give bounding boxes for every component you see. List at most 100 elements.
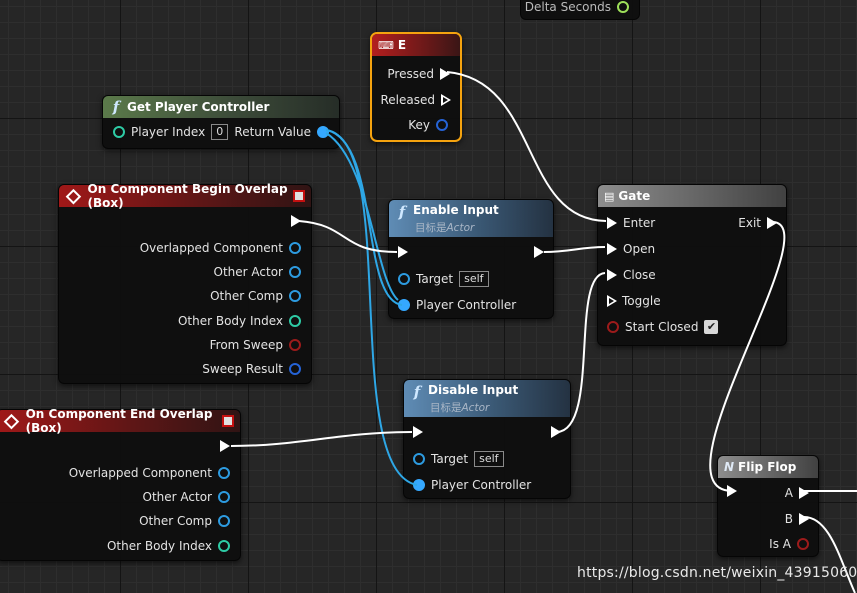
disable-input-player-controller-pin[interactable]: Player Controller bbox=[413, 477, 531, 493]
bool-pin-icon[interactable] bbox=[797, 538, 809, 550]
begin-overlapped-component-pin[interactable]: Overlapped Component bbox=[140, 240, 301, 256]
object-pin-icon[interactable] bbox=[289, 242, 301, 254]
exec-out-icon[interactable] bbox=[551, 426, 561, 438]
begin-sweep-result-pin[interactable]: Sweep Result bbox=[202, 361, 301, 377]
gate-enter-pin[interactable]: Enter bbox=[607, 215, 655, 231]
get-player-controller-node[interactable]: f Get Player Controller Player Index 0 R… bbox=[102, 95, 340, 149]
end-other-actor-pin[interactable]: Other Actor bbox=[143, 489, 230, 505]
wire-begin-to-enable bbox=[298, 220, 398, 253]
delta-seconds-pin[interactable]: Delta Seconds bbox=[525, 0, 629, 15]
object-pin-icon[interactable] bbox=[413, 479, 425, 491]
exec-in-icon[interactable] bbox=[398, 246, 408, 258]
begin-overlap-event-node[interactable]: On Component Begin Overlap (Box) Overlap… bbox=[58, 182, 312, 384]
begin-other-actor-pin[interactable]: Other Actor bbox=[214, 264, 301, 280]
flip-flop-is-a-pin[interactable]: Is A bbox=[769, 536, 809, 552]
disable-input-node[interactable]: f Disable Input 目标是Actor Target self Pla… bbox=[403, 379, 571, 499]
object-pin-icon[interactable] bbox=[317, 126, 329, 138]
begin-other-body-index-pin[interactable]: Other Body Index bbox=[178, 313, 301, 329]
player-index-value[interactable]: 0 bbox=[211, 124, 229, 140]
object-pin-icon[interactable] bbox=[398, 299, 410, 311]
end-overlapped-component-pin[interactable]: Overlapped Component bbox=[69, 465, 230, 481]
exec-out-icon[interactable] bbox=[799, 487, 809, 499]
enable-input-exec-out[interactable] bbox=[534, 246, 544, 258]
return-value-pin[interactable]: Return Value bbox=[234, 124, 329, 140]
disable-input-exec-in[interactable] bbox=[413, 426, 423, 438]
player-index-pin[interactable]: Player Index 0 bbox=[113, 124, 229, 140]
disable-input-target-pin[interactable]: Target self bbox=[413, 451, 504, 467]
object-pin-icon[interactable] bbox=[218, 491, 230, 503]
exec-out-icon[interactable] bbox=[220, 440, 230, 452]
enable-input-node[interactable]: f Enable Input 目标是Actor Target self Play… bbox=[388, 199, 554, 319]
gate-node[interactable]: ▤ Gate Enter Exit Open Close Toggle Star… bbox=[597, 184, 787, 346]
toggle-label: Toggle bbox=[622, 294, 661, 308]
delegate-pin-icon[interactable] bbox=[222, 415, 234, 427]
target-value[interactable]: self bbox=[474, 451, 504, 467]
enable-input-exec-in[interactable] bbox=[398, 246, 408, 258]
exec-out-icon[interactable] bbox=[440, 68, 450, 80]
end-overlap-event-node[interactable]: On Component End Overlap (Box) Overlappe… bbox=[0, 407, 241, 561]
gate-start-closed-pin[interactable]: Start Closed ✔ bbox=[607, 319, 719, 335]
exec-out-icon[interactable] bbox=[799, 513, 809, 525]
gate-toggle-pin[interactable]: Toggle bbox=[607, 293, 661, 309]
enable-input-player-controller-pin[interactable]: Player Controller bbox=[398, 297, 516, 313]
pin-label: Other Comp bbox=[139, 514, 212, 528]
begin-overlap-exec-out[interactable] bbox=[291, 215, 301, 227]
exec-in-icon[interactable] bbox=[607, 295, 617, 307]
pin-label: Other Actor bbox=[142, 490, 212, 504]
bool-pin-icon[interactable] bbox=[607, 321, 619, 333]
int-pin-icon[interactable] bbox=[289, 315, 301, 327]
begin-other-comp-pin[interactable]: Other Comp bbox=[210, 288, 301, 304]
flip-flop-b-pin[interactable]: B bbox=[785, 511, 809, 527]
exec-out-icon[interactable] bbox=[291, 215, 301, 227]
end-other-body-index-pin[interactable]: Other Body Index bbox=[107, 538, 230, 554]
target-value[interactable]: self bbox=[459, 271, 489, 287]
exec-in-icon[interactable] bbox=[413, 426, 423, 438]
delta-seconds-pin-icon[interactable] bbox=[617, 1, 629, 13]
int-pin-icon[interactable] bbox=[218, 540, 230, 552]
pin-label: Sweep Result bbox=[202, 362, 283, 376]
gate-exit-pin[interactable]: Exit bbox=[738, 215, 777, 231]
exec-in-icon[interactable] bbox=[607, 269, 617, 281]
struct-pin-icon[interactable] bbox=[436, 119, 448, 131]
exec-out-icon[interactable] bbox=[534, 246, 544, 258]
object-pin-icon[interactable] bbox=[398, 273, 410, 285]
delegate-pin-icon[interactable] bbox=[293, 190, 305, 202]
bool-pin-icon[interactable] bbox=[289, 339, 301, 351]
object-pin-icon[interactable] bbox=[218, 467, 230, 479]
key-e-header: ⌨ E bbox=[372, 34, 460, 56]
exec-in-icon[interactable] bbox=[607, 243, 617, 255]
exec-out-icon[interactable] bbox=[767, 217, 777, 229]
close-label: Close bbox=[623, 268, 656, 282]
released-pin[interactable]: Released bbox=[380, 92, 451, 108]
pressed-pin[interactable]: Pressed bbox=[387, 66, 450, 82]
object-pin-icon[interactable] bbox=[218, 515, 230, 527]
flip-flop-exec-in[interactable] bbox=[727, 485, 737, 497]
disable-input-exec-out[interactable] bbox=[551, 426, 561, 438]
flip-flop-node[interactable]: N Flip Flop A B Is A bbox=[717, 455, 819, 557]
exec-out-icon[interactable] bbox=[441, 94, 451, 106]
object-pin-icon[interactable] bbox=[289, 266, 301, 278]
begin-overlap-header: On Component Begin Overlap (Box) bbox=[59, 182, 311, 210]
end-overlap-exec-out[interactable] bbox=[220, 440, 230, 452]
enable-input-target-pin[interactable]: Target self bbox=[398, 271, 489, 287]
key-pin[interactable]: Key bbox=[408, 117, 448, 133]
flip-flop-a-pin[interactable]: A bbox=[785, 485, 809, 501]
delta-seconds-node[interactable]: Delta Seconds bbox=[520, 0, 640, 20]
int-pin-icon[interactable] bbox=[113, 126, 125, 138]
struct-pin-icon[interactable] bbox=[289, 363, 301, 375]
subtitle-class: Actor bbox=[446, 222, 475, 234]
begin-from-sweep-pin[interactable]: From Sweep bbox=[210, 337, 301, 353]
exit-label: Exit bbox=[738, 216, 761, 230]
a-label: A bbox=[784, 486, 793, 500]
exec-in-icon[interactable] bbox=[727, 485, 737, 497]
object-pin-icon[interactable] bbox=[289, 290, 301, 302]
key-e-event-node[interactable]: ⌨ E Pressed Released Key bbox=[370, 32, 462, 142]
pin-label: Other Comp bbox=[210, 289, 283, 303]
start-closed-checkbox[interactable]: ✔ bbox=[704, 320, 719, 334]
gate-close-pin[interactable]: Close bbox=[607, 267, 656, 283]
is-a-label: Is A bbox=[769, 537, 791, 551]
exec-in-icon[interactable] bbox=[607, 217, 617, 229]
object-pin-icon[interactable] bbox=[413, 453, 425, 465]
end-other-comp-pin[interactable]: Other Comp bbox=[139, 513, 230, 529]
gate-open-pin[interactable]: Open bbox=[607, 241, 655, 257]
